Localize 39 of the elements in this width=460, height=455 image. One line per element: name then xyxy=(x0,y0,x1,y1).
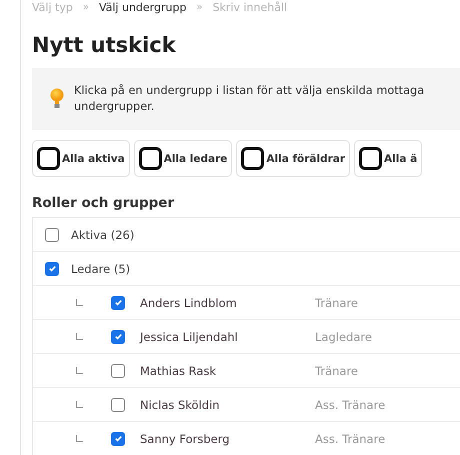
checkbox[interactable] xyxy=(111,330,125,344)
checkbox[interactable] xyxy=(111,296,125,310)
member-name: Mathias Rask xyxy=(140,364,218,378)
checkmark-icon xyxy=(114,332,122,341)
select-all-button[interactable]: Alla ledare xyxy=(134,140,232,177)
tree-branch-icon xyxy=(76,333,83,340)
checkbox[interactable] xyxy=(45,228,59,242)
select-all-button[interactable]: Alla föräldrar xyxy=(236,140,350,177)
checkmark-icon xyxy=(114,434,122,443)
member-role: Ass. Tränare xyxy=(315,398,386,412)
member-name: Jessica Liljendahl xyxy=(140,330,239,344)
member-role: Tränare xyxy=(315,364,358,378)
member-name: Anders Lindblom xyxy=(140,296,238,310)
group-label[interactable]: Ledare (5) xyxy=(71,262,130,276)
select-all-button[interactable]: Alla aktiva xyxy=(32,140,130,177)
section-title: Roller och grupper xyxy=(32,195,176,211)
tree-branch-icon xyxy=(76,299,83,306)
checkbox[interactable] xyxy=(111,364,125,378)
breadcrumb-separator: » xyxy=(82,2,89,12)
tree-branch-icon xyxy=(76,367,83,374)
member-role: Lagledare xyxy=(315,330,372,344)
checkbox[interactable] xyxy=(111,432,125,446)
breadcrumb-separator: » xyxy=(196,2,203,12)
select-all-button[interactable]: Alla ä xyxy=(354,140,422,177)
checkmark-icon xyxy=(114,298,122,307)
member-role: Tränare xyxy=(315,296,358,310)
member-name: Sanny Forsberg xyxy=(140,432,231,446)
lightbulb-icon xyxy=(50,88,64,110)
breadcrumb-step[interactable]: Välj undergrupp xyxy=(98,0,186,14)
tree-branch-icon xyxy=(76,401,83,408)
checkbox[interactable] xyxy=(45,262,59,276)
group-label[interactable]: Aktiva (26) xyxy=(71,228,134,242)
info-text: Klicka på en undergrupp i listan för att välja enskilda mottaga undergrupper. xyxy=(74,83,424,115)
tree-branch-icon xyxy=(76,435,83,442)
page-title: Nytt utskick xyxy=(32,32,177,58)
member-role: Ass. Tränare xyxy=(315,432,386,446)
checkmark-icon xyxy=(48,264,56,273)
member-name: Niclas Sköldin xyxy=(140,398,221,412)
checkbox[interactable] xyxy=(111,398,125,412)
